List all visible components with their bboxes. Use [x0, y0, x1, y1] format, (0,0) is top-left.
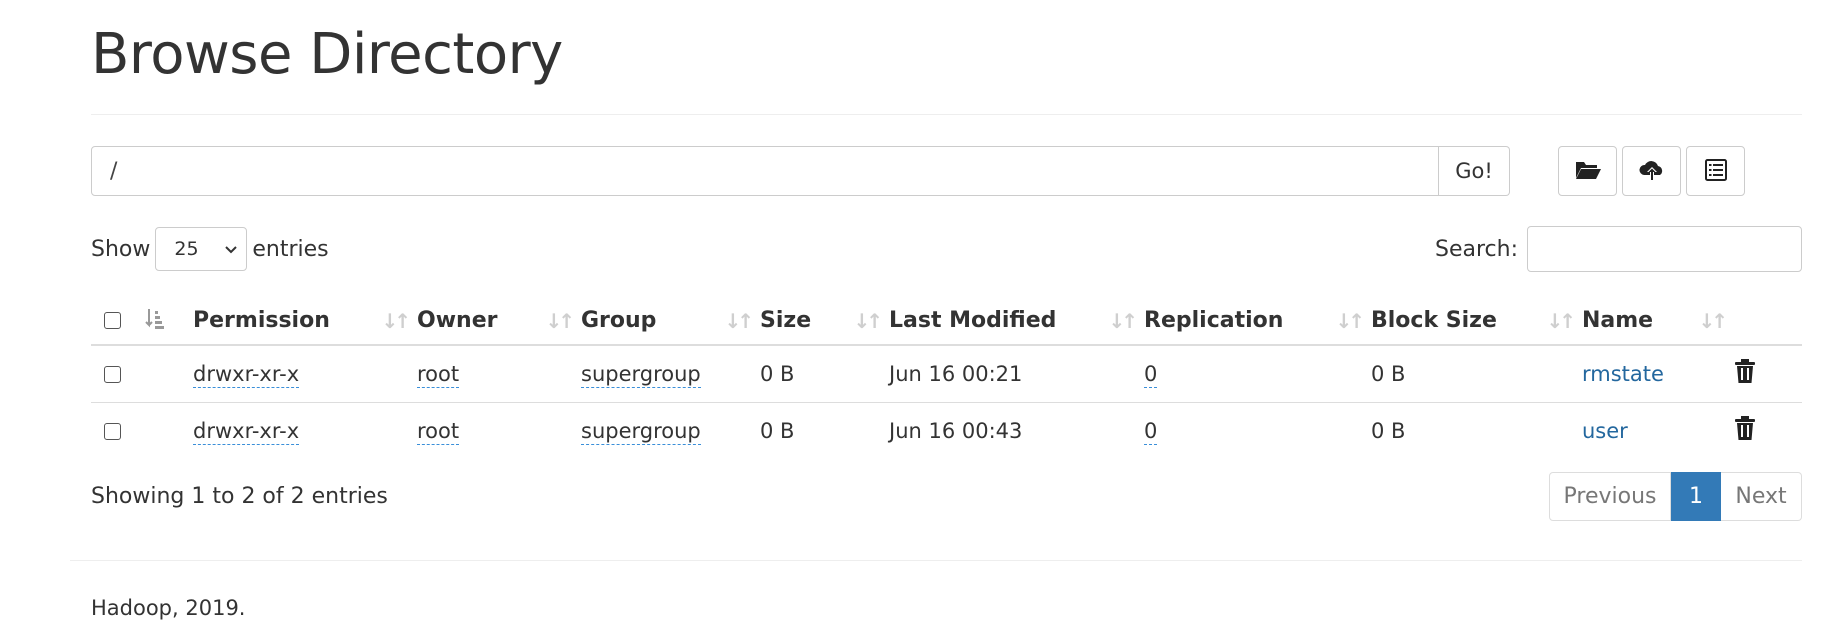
sort-header[interactable]	[144, 296, 193, 346]
column-header-group[interactable]: Group ↓↑	[581, 296, 760, 346]
upload-button[interactable]	[1622, 146, 1681, 196]
select-all-checkbox[interactable]	[104, 312, 121, 329]
cloud-upload-icon	[1638, 158, 1666, 185]
search-input[interactable]	[1527, 226, 1802, 272]
directory-link[interactable]: user	[1582, 419, 1628, 443]
replication-value[interactable]: 0	[1144, 418, 1158, 445]
permission-cell: drwxr-xr-x	[193, 402, 417, 459]
trash-icon[interactable]	[1734, 359, 1756, 389]
group-value[interactable]: supergroup	[581, 418, 701, 445]
table-info: Showing 1 to 2 of 2 entries	[91, 484, 388, 509]
column-label: Permission	[193, 307, 330, 333]
owner-cell: root	[417, 345, 581, 403]
page-1-button[interactable]: 1	[1671, 472, 1721, 521]
permission-value[interactable]: drwxr-xr-x	[193, 418, 300, 445]
owner-value[interactable]: root	[417, 418, 460, 445]
group-cell: supergroup	[581, 402, 760, 459]
owner-value[interactable]: root	[417, 361, 460, 388]
sort-icon: ↓↑	[545, 309, 574, 333]
column-header-replication[interactable]: Replication ↓↑	[1144, 296, 1371, 346]
row-checkbox[interactable]	[104, 366, 121, 384]
column-label: Group	[581, 307, 657, 333]
name-cell: user	[1582, 402, 1734, 459]
sort-icon: ↓↑	[853, 309, 882, 333]
sort-asc-icon	[144, 309, 166, 337]
folder-open-icon	[1574, 159, 1602, 184]
column-label: Block Size	[1371, 307, 1497, 333]
table-row: drwxr-xr-x root supergroup 0 B Jun 16 00…	[91, 402, 1802, 459]
go-button[interactable]: Go!	[1439, 146, 1510, 196]
column-label: Owner	[417, 307, 498, 333]
toolbar	[1558, 146, 1745, 196]
entries-label: entries	[252, 236, 329, 262]
spacer-cell	[144, 402, 193, 459]
directory-link[interactable]: rmstate	[1582, 362, 1664, 386]
last-modified-cell: Jun 16 00:43	[889, 418, 1023, 443]
group-value[interactable]: supergroup	[581, 361, 701, 388]
sort-icon: ↓↑	[1335, 309, 1364, 333]
permission-cell: drwxr-xr-x	[193, 345, 417, 403]
sort-icon: ↓↑	[1698, 309, 1727, 333]
size-cell: 0 B	[760, 418, 795, 443]
footer-text: Hadoop, 2019.	[91, 596, 246, 620]
column-header-last-modified[interactable]: Last Modified ↓↑	[889, 296, 1144, 346]
replication-cell: 0	[1144, 402, 1371, 459]
replication-cell: 0	[1144, 345, 1371, 403]
path-bar: Go!	[91, 146, 1510, 196]
trash-icon[interactable]	[1734, 416, 1756, 446]
search-label: Search:	[1435, 236, 1518, 262]
column-header-name[interactable]: Name ↓↑	[1582, 296, 1734, 346]
owner-cell: root	[417, 402, 581, 459]
column-header-owner[interactable]: Owner ↓↑	[417, 296, 581, 346]
table-row: drwxr-xr-x root supergroup 0 B Jun 16 00…	[91, 345, 1802, 403]
column-label: Replication	[1144, 307, 1284, 333]
row-checkbox[interactable]	[104, 423, 121, 441]
entries-select-value: 25	[174, 238, 199, 260]
sort-icon: ↓↑	[1546, 309, 1575, 333]
show-label: Show	[91, 236, 151, 262]
replication-value[interactable]: 0	[1144, 361, 1158, 388]
column-label: Name	[1582, 307, 1654, 333]
actions-header	[1734, 296, 1802, 346]
last-modified-cell: Jun 16 00:21	[889, 345, 1144, 403]
entries-select[interactable]: 25	[155, 227, 248, 271]
column-label: Size	[760, 307, 812, 333]
column-header-size[interactable]: Size ↓↑	[760, 296, 889, 346]
column-header-block-size[interactable]: Block Size ↓↑	[1371, 296, 1582, 346]
entries-length-control: Show 25 entries	[91, 227, 329, 271]
list-alt-icon	[1704, 158, 1728, 184]
spacer-cell	[144, 345, 193, 403]
group-cell: supergroup	[581, 345, 760, 403]
title-divider	[91, 114, 1802, 115]
column-label: Last Modified	[889, 307, 1057, 333]
sort-icon: ↓↑	[724, 309, 753, 333]
block-size-cell: 0 B	[1371, 345, 1582, 403]
row-select-cell	[91, 345, 144, 403]
next-button[interactable]: Next	[1721, 472, 1802, 521]
chevron-down-icon	[224, 238, 238, 260]
create-directory-button[interactable]	[1558, 146, 1617, 196]
footer-divider	[70, 560, 1802, 561]
row-select-cell	[91, 402, 144, 459]
sort-icon: ↓↑	[381, 309, 410, 333]
size-cell: 0 B	[760, 345, 889, 403]
path-input[interactable]	[91, 146, 1439, 196]
pagination: Previous 1 Next	[1549, 472, 1802, 521]
name-cell: rmstate	[1582, 345, 1734, 403]
cut-paste-button[interactable]	[1686, 146, 1745, 196]
column-header-permission[interactable]: Permission ↓↑	[193, 296, 417, 346]
actions-cell	[1734, 345, 1802, 403]
table-header-row: Permission ↓↑ Owner ↓↑ Group ↓↑ Size ↓↑ Last…	[91, 296, 1802, 346]
select-all-cell	[91, 296, 144, 346]
previous-button[interactable]: Previous	[1549, 472, 1671, 521]
permission-value[interactable]: drwxr-xr-x	[193, 361, 300, 388]
actions-cell	[1734, 402, 1802, 459]
sort-icon: ↓↑	[1108, 309, 1137, 333]
directory-table: Permission ↓↑ Owner ↓↑ Group ↓↑ Size ↓↑ Last…	[91, 296, 1802, 459]
search-control: Search:	[1435, 226, 1802, 272]
page-title: Browse Directory	[91, 22, 563, 87]
block-size-cell: 0 B	[1371, 418, 1406, 443]
